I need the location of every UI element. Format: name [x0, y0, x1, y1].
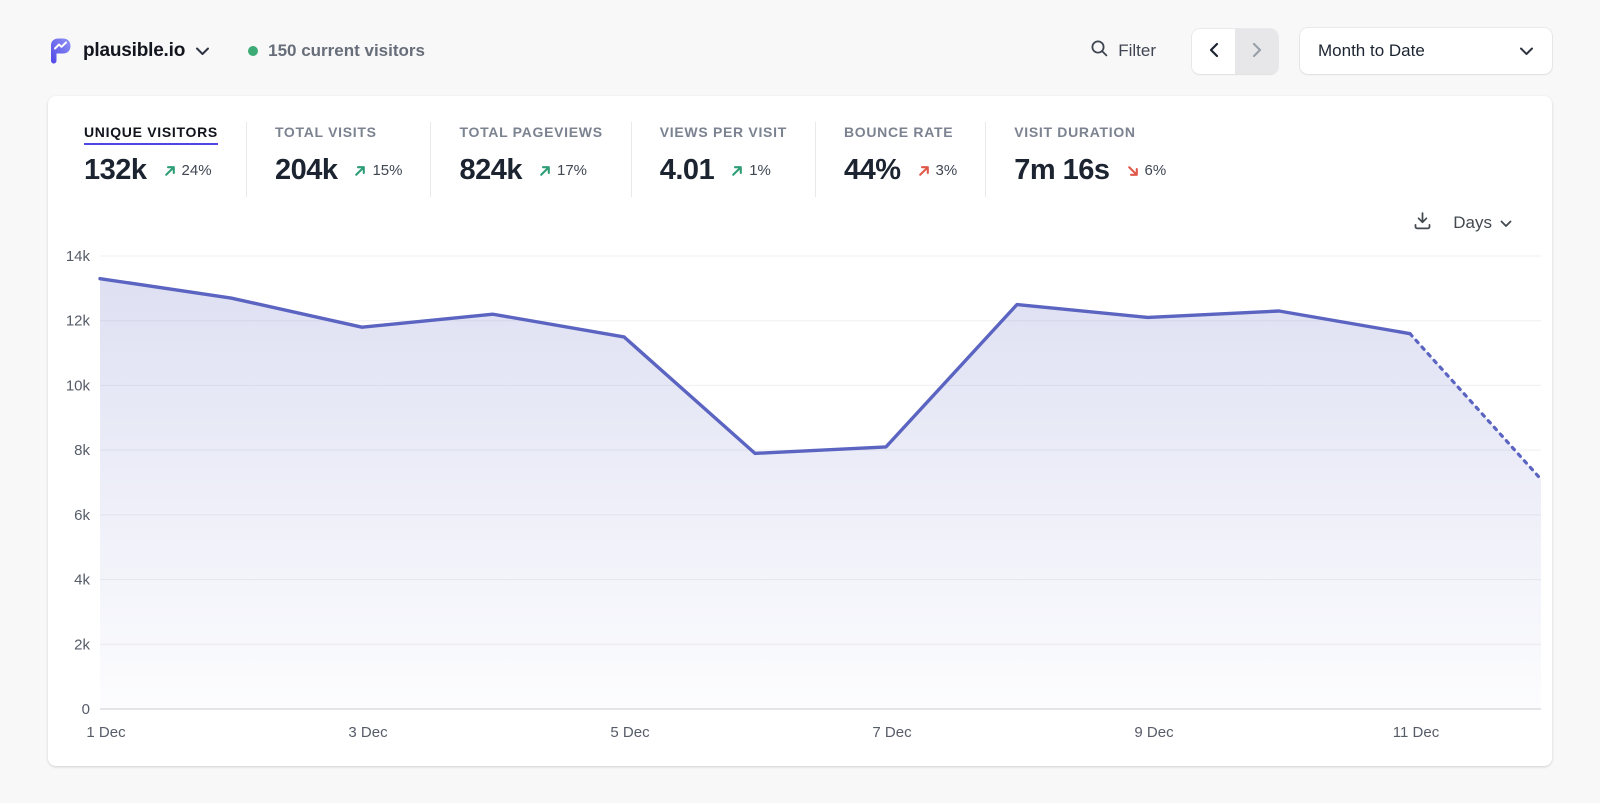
- stats-row: UNIQUE VISITORS 132k 24% TOTAL VISITS 20…: [84, 122, 1516, 197]
- export-button[interactable]: [1412, 210, 1433, 236]
- date-range-value: Month to Date: [1318, 41, 1425, 61]
- svg-text:9 Dec: 9 Dec: [1134, 724, 1174, 741]
- chevron-down-icon: [195, 44, 210, 59]
- svg-text:11 Dec: 11 Dec: [1393, 724, 1440, 741]
- live-dot-icon: [248, 46, 258, 56]
- stat-change: 3%: [917, 162, 958, 179]
- stat-label: BOUNCE RATE: [844, 124, 953, 145]
- svg-text:5 Dec: 5 Dec: [610, 724, 650, 741]
- stat-tab[interactable]: BOUNCE RATE 44% 3%: [815, 122, 985, 197]
- site-name: plausible.io: [83, 40, 185, 62]
- stat-label: VIEWS PER VISIT: [660, 124, 787, 145]
- prev-period-button[interactable]: [1192, 29, 1235, 74]
- chevron-down-icon: [1500, 213, 1512, 233]
- svg-text:6k: 6k: [74, 507, 90, 524]
- svg-text:4k: 4k: [74, 572, 90, 589]
- stat-tab[interactable]: VISIT DURATION 7m 16s 6%: [985, 122, 1194, 197]
- site-switcher[interactable]: plausible.io: [83, 40, 210, 62]
- stat-change: 1%: [730, 162, 771, 179]
- topbar-left: plausible.io 150 current visitors: [48, 37, 425, 65]
- chevron-down-icon: [1519, 41, 1534, 61]
- stat-change-pct: 17%: [557, 162, 587, 179]
- download-icon: [1412, 210, 1433, 236]
- filter-label: Filter: [1118, 41, 1156, 61]
- svg-text:2k: 2k: [74, 636, 90, 653]
- svg-text:10k: 10k: [66, 377, 91, 394]
- current-visitors-link[interactable]: 150 current visitors: [248, 41, 425, 61]
- stat-label: TOTAL VISITS: [275, 124, 377, 145]
- visitors-chart-svg[interactable]: 0 2k 4k 6k 8k 10k 12k 14k 1 Dec 3 Dec 5 Dec 7 Dec 9 …: [48, 243, 1552, 748]
- current-visitors-label: 150 current visitors: [268, 41, 425, 61]
- chart-toolbar: Days: [84, 207, 1512, 239]
- stat-change-pct: 3%: [936, 162, 958, 179]
- stat-value: 204k: [275, 154, 338, 187]
- stat-tab[interactable]: TOTAL VISITS 204k 15%: [246, 122, 431, 197]
- topbar-right: Filter Month to Date: [1090, 28, 1552, 74]
- trend-arrow-icon: [1126, 164, 1140, 178]
- visitors-chart[interactable]: 0 2k 4k 6k 8k 10k 12k 14k 1 Dec 3 Dec 5 Dec 7 Dec 9 …: [48, 243, 1552, 748]
- stat-change-pct: 15%: [372, 162, 402, 179]
- plausible-logo-icon: [48, 37, 73, 65]
- trend-arrow-icon: [353, 164, 367, 178]
- stat-change: 17%: [538, 162, 587, 179]
- dashboard-card: UNIQUE VISITORS 132k 24% TOTAL VISITS 20…: [48, 96, 1552, 766]
- chevron-left-icon: [1208, 42, 1220, 61]
- stat-label: TOTAL PAGEVIEWS: [459, 124, 602, 145]
- chevron-right-icon: [1251, 42, 1263, 61]
- interval-label: Days: [1453, 213, 1492, 233]
- topbar: plausible.io 150 current visitors Filter: [0, 0, 1600, 90]
- stat-value: 44%: [844, 154, 901, 187]
- stat-tab[interactable]: VIEWS PER VISIT 4.01 1%: [631, 122, 815, 197]
- svg-text:8k: 8k: [74, 442, 90, 459]
- svg-text:14k: 14k: [66, 248, 91, 265]
- stat-change: 15%: [353, 162, 402, 179]
- next-period-button[interactable]: [1235, 29, 1278, 74]
- stat-tab[interactable]: TOTAL PAGEVIEWS 824k 17%: [430, 122, 630, 197]
- stat-tab[interactable]: UNIQUE VISITORS 132k 24%: [84, 122, 246, 197]
- trend-arrow-icon: [538, 164, 552, 178]
- svg-text:1 Dec: 1 Dec: [86, 724, 126, 741]
- trend-arrow-icon: [917, 164, 931, 178]
- trend-arrow-icon: [163, 164, 177, 178]
- svg-text:12k: 12k: [66, 313, 91, 330]
- stat-value: 132k: [84, 154, 147, 187]
- stat-change: 6%: [1126, 162, 1167, 179]
- stat-label: VISIT DURATION: [1014, 124, 1136, 145]
- stat-label: UNIQUE VISITORS: [84, 124, 218, 145]
- svg-text:7 Dec: 7 Dec: [872, 724, 912, 741]
- stat-value: 7m 16s: [1014, 154, 1109, 187]
- interval-select[interactable]: Days: [1453, 213, 1512, 233]
- period-nav: [1192, 29, 1278, 74]
- stat-value: 824k: [459, 154, 522, 187]
- search-icon: [1090, 39, 1109, 63]
- svg-text:0: 0: [82, 701, 90, 718]
- svg-text:3 Dec: 3 Dec: [348, 724, 388, 741]
- stat-change-pct: 24%: [182, 162, 212, 179]
- trend-arrow-icon: [730, 164, 744, 178]
- filter-button[interactable]: Filter: [1090, 39, 1156, 63]
- stat-value: 4.01: [660, 154, 714, 187]
- stat-change: 24%: [163, 162, 212, 179]
- date-range-select[interactable]: Month to Date: [1300, 28, 1552, 74]
- stat-change-pct: 6%: [1145, 162, 1167, 179]
- stat-change-pct: 1%: [749, 162, 771, 179]
